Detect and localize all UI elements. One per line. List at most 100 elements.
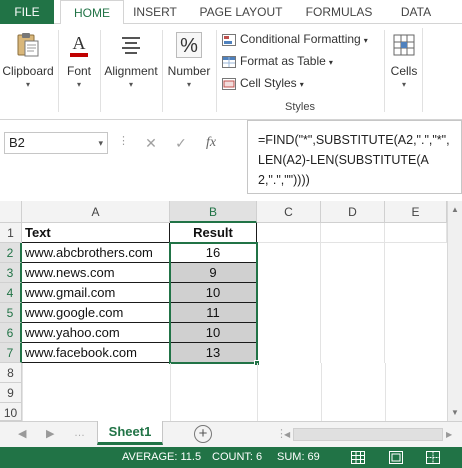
text-cell[interactable]: www.news.com (22, 263, 170, 283)
insert-function-button[interactable]: fx (200, 132, 222, 154)
vertical-scrollbar[interactable]: ▲ ▼ (447, 201, 462, 421)
add-sheet-button[interactable]: + (194, 425, 212, 443)
tab-data[interactable]: DATA (388, 0, 444, 24)
percent-icon: % (176, 32, 202, 58)
horizontal-scrollbar[interactable] (293, 428, 443, 441)
column-header-d[interactable]: D (321, 201, 385, 223)
conditional-formatting-label: Conditional Formatting (240, 32, 361, 46)
ribbon: Clipboard ▾ A Font ▾ Alignment ▾ % Numbe… (0, 24, 462, 120)
result-cell[interactable]: 9 (170, 263, 257, 283)
font-group[interactable]: A Font ▾ (60, 24, 98, 120)
format-as-table-button[interactable]: Format as Table ▾ (222, 52, 333, 70)
cell-styles-button[interactable]: Cell Styles ▾ (222, 74, 304, 92)
cell-styles-label: Cell Styles (240, 76, 297, 90)
tab-formulas[interactable]: FORMULAS (296, 0, 382, 24)
more-sheets-icon[interactable]: … (74, 427, 85, 439)
conditional-formatting-button[interactable]: Conditional Formatting ▾ (222, 30, 368, 48)
number-group[interactable]: % Number ▾ (164, 24, 214, 120)
conditional-formatting-icon (222, 33, 236, 46)
header-cell-result[interactable]: Result (170, 223, 257, 243)
sheet-tab-sheet1[interactable]: Sheet1 (97, 421, 163, 445)
formula-input[interactable]: =FIND("*",SUBSTITUTE(A2,".","*",LEN(A2)-… (247, 120, 462, 194)
cells-label: Cells (390, 64, 418, 78)
divider (216, 30, 217, 112)
column-header-c[interactable]: C (257, 201, 321, 223)
result-cell[interactable]: 10 (170, 283, 257, 303)
page-break-view-icon[interactable] (426, 451, 440, 464)
ribbon-scroll[interactable] (422, 28, 434, 112)
status-count: COUNT: 6 (212, 451, 263, 463)
tab-insert[interactable]: INSERT (124, 0, 186, 24)
scroll-left-icon[interactable]: ◀ (284, 430, 290, 439)
column-header-e[interactable]: E (385, 201, 447, 223)
text-cell[interactable]: www.gmail.com (22, 283, 170, 303)
empty-cell[interactable] (321, 223, 385, 243)
row-header[interactable]: 7 (0, 343, 22, 363)
previous-sheet-icon[interactable]: ◀ (18, 427, 26, 440)
tab-page-layout[interactable]: PAGE LAYOUT (192, 0, 290, 24)
row-header[interactable]: 10 (0, 403, 22, 421)
formula-bar-grip[interactable]: ⋮ (118, 134, 129, 147)
status-sum: SUM: 69 (277, 451, 320, 463)
chevron-down-icon: ▾ (25, 80, 30, 89)
font-icon: A (70, 33, 88, 57)
tab-file[interactable]: FILE (0, 0, 54, 24)
column-header-b[interactable]: B (170, 201, 257, 223)
chevron-down-icon[interactable]: ▼ (451, 408, 459, 417)
row-header[interactable]: 1 (0, 223, 22, 243)
empty-cell[interactable] (257, 223, 321, 243)
row-header[interactable]: 3 (0, 263, 22, 283)
enter-button[interactable]: ✓ (170, 132, 192, 154)
row-header[interactable]: 9 (0, 383, 22, 403)
normal-view-icon[interactable] (351, 451, 365, 464)
ribbon-tabs: FILE HOME INSERT PAGE LAYOUT FORMULAS DA… (0, 0, 462, 25)
chevron-down-icon: ▾ (363, 36, 368, 45)
result-cell-active[interactable]: 16 (170, 243, 257, 263)
row-header[interactable]: 4 (0, 283, 22, 303)
sheet-tab-bar: ◀ ▶ … Sheet1 + ⋮ ◀ ▶ (0, 421, 462, 447)
cancel-button[interactable]: ✕ (140, 132, 162, 154)
header-cell-text[interactable]: Text (22, 223, 170, 243)
alignment-group[interactable]: Alignment ▾ (102, 24, 160, 120)
row-header[interactable]: 8 (0, 363, 22, 383)
clipboard-group[interactable]: Clipboard ▾ (0, 24, 56, 120)
chevron-down-icon: ▾ (128, 80, 133, 89)
cells-icon (393, 34, 415, 56)
number-label: Number (167, 64, 211, 78)
result-cell[interactable]: 13 (170, 343, 257, 363)
text-cell[interactable]: www.abcbrothers.com (22, 243, 170, 263)
chevron-down-icon: ▾ (76, 80, 81, 89)
chevron-up-icon[interactable]: ▲ (451, 205, 459, 214)
empty-column-lines-right (256, 243, 447, 363)
scroll-right-icon[interactable]: ▶ (446, 430, 452, 439)
select-all-corner[interactable] (0, 201, 22, 223)
column-header-a[interactable]: A (22, 201, 170, 223)
chevron-down-icon: ▾ (401, 80, 406, 89)
next-sheet-icon[interactable]: ▶ (46, 427, 54, 440)
row-header[interactable]: 6 (0, 323, 22, 343)
result-cell[interactable]: 10 (170, 323, 257, 343)
svg-text:A: A (73, 33, 86, 53)
chevron-down-icon: ▾ (186, 80, 191, 89)
chevron-down-icon: ▾ (299, 80, 304, 89)
row-header[interactable]: 5 (0, 303, 22, 323)
divider (58, 30, 59, 112)
status-bar: AVERAGE: 11.5 COUNT: 6 SUM: 69 (0, 447, 462, 468)
page-layout-view-icon[interactable] (389, 451, 403, 464)
name-box[interactable]: B2 ▾ (4, 132, 108, 154)
align-icon (122, 37, 140, 54)
styles-group-label: Styles (285, 101, 315, 113)
text-cell[interactable]: www.facebook.com (22, 343, 170, 363)
table-icon (222, 55, 236, 68)
worksheet-grid: A B C D E 1 2 3 4 5 6 7 8 9 10 Text Resu… (0, 201, 462, 421)
alignment-label: Alignment (104, 64, 158, 78)
empty-cell[interactable] (385, 223, 447, 243)
row-header[interactable]: 2 (0, 243, 22, 263)
empty-column-lines (22, 363, 447, 421)
clipboard-label: Clipboard (2, 64, 54, 78)
tab-home[interactable]: HOME (60, 0, 124, 25)
text-cell[interactable]: www.yahoo.com (22, 323, 170, 343)
cells-group[interactable]: Cells ▾ (386, 24, 422, 120)
text-cell[interactable]: www.google.com (22, 303, 170, 323)
result-cell[interactable]: 11 (170, 303, 257, 323)
